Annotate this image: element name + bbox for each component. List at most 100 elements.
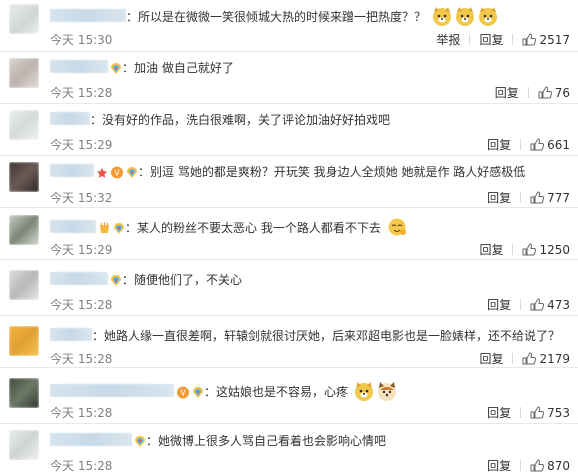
like-count: 76 xyxy=(554,85,570,100)
like-button[interactable]: 473 xyxy=(530,298,570,312)
like-button[interactable]: 2179 xyxy=(522,352,570,366)
avatar[interactable] xyxy=(9,326,39,356)
reply-button[interactable]: 回复 xyxy=(495,84,519,101)
thumbs-up-icon xyxy=(522,243,537,256)
avatar[interactable] xyxy=(9,58,39,88)
vip-badge-icon: V xyxy=(176,386,190,403)
reply-button[interactable]: 回复 xyxy=(479,241,503,258)
comment-text: 这姑娘也是不容易，心疼 xyxy=(216,385,349,399)
username[interactable] xyxy=(50,9,126,22)
comment-text: 所以是在微微一笑很倾城大热的时候来蹭一把热度？？ xyxy=(138,10,427,24)
avatar[interactable] xyxy=(9,162,39,192)
username[interactable] xyxy=(50,220,96,233)
vip-badge-icon: V xyxy=(110,166,124,183)
avatar[interactable] xyxy=(9,270,39,300)
doge-emoji-icon xyxy=(454,6,476,30)
like-count: 753 xyxy=(547,405,570,420)
rainbow-badge-icon xyxy=(110,274,122,291)
divider xyxy=(512,34,514,45)
like-count: 473 xyxy=(547,297,570,312)
username[interactable] xyxy=(50,328,92,341)
comment-item: ：她路人缘一直很差啊，轩辕剑就很讨厌她，后来邓超电影也是一脸婊样，还不给说了？ … xyxy=(0,316,578,368)
doge-emoji-icon xyxy=(353,381,375,405)
thumbs-up-icon xyxy=(530,406,545,419)
reply-button[interactable]: 回复 xyxy=(487,189,511,206)
avatar[interactable] xyxy=(9,4,39,34)
report-button[interactable]: 举报 xyxy=(436,31,460,48)
reply-button[interactable]: 回复 xyxy=(479,31,503,48)
avatar[interactable] xyxy=(9,110,39,140)
comment-time: 今天 15:28 xyxy=(50,86,113,100)
like-button[interactable]: 753 xyxy=(530,406,570,420)
like-button[interactable]: 2517 xyxy=(522,33,570,47)
comment-item: ：加油 做自己就好了 今天 15:28 回复 76 xyxy=(0,52,578,104)
like-button[interactable]: 777 xyxy=(530,191,570,205)
doge-emoji-icon xyxy=(477,6,499,30)
comment-text-line: ：所以是在微微一笑很倾城大热的时候来蹭一把热度？？ xyxy=(50,6,499,30)
reply-button[interactable]: 回复 xyxy=(487,136,511,153)
reply-button[interactable]: 回复 xyxy=(487,457,511,474)
like-count: 777 xyxy=(547,190,570,205)
comment-time: 今天 15:29 xyxy=(50,243,113,257)
comment-item: ：没有好的作品，洗白很难啊，关了评论加油好好拍戏吧 今天 15:29 回复 66… xyxy=(0,104,578,156)
divider xyxy=(520,407,522,418)
divider xyxy=(520,192,522,203)
comment-time: 今天 15:28 xyxy=(50,298,113,312)
username[interactable] xyxy=(50,112,90,125)
like-count: 1250 xyxy=(539,242,570,257)
rainbow-badge-icon xyxy=(113,222,125,239)
like-button[interactable]: 870 xyxy=(530,459,570,473)
vip-badge-icon xyxy=(98,222,111,239)
divider xyxy=(469,34,471,45)
hug-emoji-icon xyxy=(386,217,408,241)
comment-time: 今天 15:28 xyxy=(50,406,113,420)
comment-item: V ：别逗 骂她的都是爽粉？开玩笑 我身边人全烦她 她就是作 路人好感极低 今天 … xyxy=(0,156,578,208)
svg-text:V: V xyxy=(180,389,186,398)
thumbs-up-icon xyxy=(538,86,552,99)
comment-list: ：所以是在微微一笑很倾城大热的时候来蹭一把热度？？ 今天 15:30 举报 回复… xyxy=(0,0,578,473)
username[interactable] xyxy=(50,60,108,73)
divider xyxy=(520,139,522,150)
username[interactable] xyxy=(50,164,94,177)
comment-time: 今天 15:32 xyxy=(50,191,113,205)
reply-button[interactable]: 回复 xyxy=(479,350,503,367)
comment-time: 今天 15:28 xyxy=(50,352,113,366)
comment-item: V ：这姑娘也是不容易，心疼 今天 15:28 回复 753 xyxy=(0,368,578,424)
like-count: 2179 xyxy=(539,351,570,366)
divider xyxy=(520,460,522,471)
thumbs-up-icon xyxy=(530,298,545,311)
comment-time: 今天 15:29 xyxy=(50,138,113,152)
thumbs-up-icon xyxy=(522,352,537,365)
avatar[interactable] xyxy=(9,430,39,460)
like-count: 870 xyxy=(547,458,570,473)
thumbs-up-icon xyxy=(530,459,545,472)
username[interactable] xyxy=(50,384,174,397)
comment-text: 某人的粉丝不要太恶心 我一个路人都看不下去 xyxy=(137,221,381,235)
comment-time: 今天 15:30 xyxy=(50,33,113,47)
comment-item: ：某人的粉丝不要太恶心 我一个路人都看不下去 今天 15:29 回复 1250 xyxy=(0,208,578,260)
like-button[interactable]: 1250 xyxy=(522,243,570,257)
comment-text: 别逗 骂她的都是爽粉？开玩笑 我身边人全烦她 她就是作 路人好感极低 xyxy=(150,165,526,179)
reply-button[interactable]: 回复 xyxy=(487,296,511,313)
thumbs-up-icon xyxy=(522,33,537,46)
username[interactable] xyxy=(50,433,132,446)
like-button[interactable]: 76 xyxy=(538,86,570,100)
rainbow-badge-icon xyxy=(192,386,204,403)
comment-text: 随便他们了，不关心 xyxy=(134,273,243,287)
thumbs-up-icon xyxy=(530,138,545,151)
comment-text: 加油 做自己就好了 xyxy=(134,61,234,75)
avatar[interactable] xyxy=(9,378,39,408)
like-count: 2517 xyxy=(539,32,570,47)
comment-text: 没有好的作品，洗白很难啊，关了评论加油好好拍戏吧 xyxy=(102,113,391,127)
comment-text: 她微博上很多人骂自己看着也会影响心情吧 xyxy=(158,434,387,448)
doge-emoji-icon xyxy=(431,6,453,30)
avatar[interactable] xyxy=(9,215,39,245)
divider xyxy=(520,299,522,310)
comment-item: ：随便他们了，不关心 今天 15:28 回复 473 xyxy=(0,260,578,316)
username[interactable] xyxy=(50,272,108,285)
reply-button[interactable]: 回复 xyxy=(487,404,511,421)
rainbow-badge-icon xyxy=(110,62,122,79)
like-count: 661 xyxy=(547,137,570,152)
like-button[interactable]: 661 xyxy=(530,138,570,152)
comment-text: 她路人缘一直很差啊，轩辕剑就很讨厌她，后来邓超电影也是一脸婊样，还不给说了？ xyxy=(104,329,561,343)
